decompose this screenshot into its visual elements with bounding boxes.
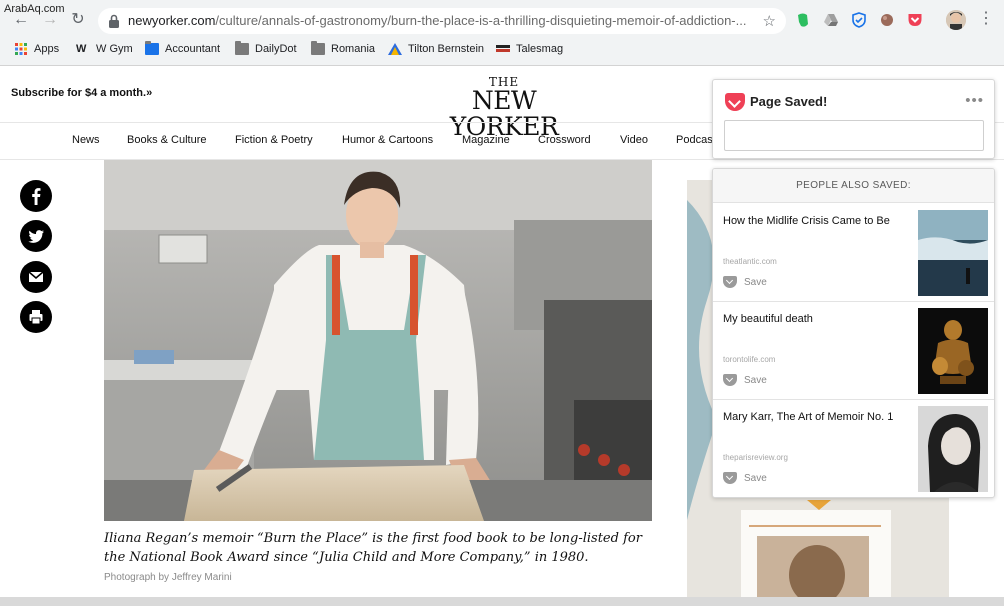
bookmark-label: DailyDot: [255, 43, 297, 55]
save-label: Save: [744, 276, 767, 288]
article-hero-photo: [104, 160, 652, 521]
facebook-icon: [32, 188, 41, 205]
recommendation-thumbnail[interactable]: [918, 210, 988, 296]
recommendation-title[interactable]: My beautiful death: [723, 312, 908, 326]
sculpture-thumbnail: [918, 308, 988, 394]
bookmark-label: Apps: [34, 43, 60, 55]
nav-magazine[interactable]: Magazine: [462, 134, 510, 146]
nav-video[interactable]: Video: [620, 134, 648, 146]
folder-icon: [311, 41, 325, 55]
apps-grid-icon: [15, 43, 27, 55]
recommendation-thumbnail[interactable]: [918, 308, 988, 394]
pocket-logo-icon: [725, 93, 745, 111]
save-recommendation-button[interactable]: Save: [723, 471, 767, 485]
save-recommendation-button[interactable]: Save: [723, 275, 767, 289]
lock-icon: [109, 14, 119, 28]
nav-humor-cartoons[interactable]: Humor & Cartoons: [342, 134, 433, 146]
recommendation-item[interactable]: My beautiful death torontolife.com Save: [713, 302, 994, 400]
pocket-save-icon: [723, 472, 737, 484]
pocket-saved-popup: Page Saved! •••: [712, 79, 995, 159]
folder-icon: [145, 41, 159, 55]
bookmark-apps[interactable]: Apps: [14, 41, 59, 57]
back-icon[interactable]: ←: [12, 11, 30, 29]
url-text: newyorker.com/culture/annals-of-gastrono…: [128, 13, 748, 28]
bookmark-dailydot[interactable]: DailyDot: [235, 41, 297, 57]
bookmark-star-icon[interactable]: ☆: [763, 12, 776, 30]
twitter-icon: [28, 230, 44, 243]
bookmark-accountant[interactable]: Accountant: [145, 41, 220, 57]
nav-fiction-poetry[interactable]: Fiction & Poetry: [235, 134, 313, 146]
chrome-menu-icon[interactable]: ⋮: [978, 10, 994, 28]
bookmark-label: Tilton Bernstein: [408, 43, 485, 55]
save-label: Save: [744, 472, 767, 484]
bookmark-wgym[interactable]: W W Gym: [76, 41, 133, 57]
print-button[interactable]: [20, 301, 52, 333]
nav-crossword[interactable]: Crossword: [538, 134, 591, 146]
drive-icon[interactable]: [823, 12, 839, 28]
envelope-icon: [28, 271, 44, 282]
talesmag-icon: [496, 45, 510, 52]
recommendation-title[interactable]: How the Midlife Crisis Came to Be: [723, 214, 908, 228]
bookmark-label: Romania: [331, 43, 376, 55]
avatar-face-icon: [946, 10, 966, 30]
folder-icon: [235, 41, 249, 55]
people-also-saved-panel: PEOPLE ALSO SAVED: How the Midlife Crisi…: [712, 168, 995, 498]
recommendation-source: theparisreview.org: [723, 453, 788, 462]
chef-in-kitchen-photo: [104, 160, 652, 521]
bookmark-label: Talesmag: [516, 43, 564, 55]
printer-icon: [29, 310, 43, 325]
reload-icon[interactable]: ↻: [69, 11, 87, 29]
recommendation-source: torontolife.com: [723, 355, 776, 364]
nav-news[interactable]: News: [72, 134, 100, 146]
masthead-logo[interactable]: THE NEW YORKER: [426, 76, 582, 140]
save-label: Save: [744, 374, 767, 386]
w-logo-icon: W: [76, 43, 87, 55]
recommendation-title[interactable]: Mary Karr, The Art of Memoir No. 1: [723, 410, 908, 424]
ocean-waves-thumbnail: [918, 210, 988, 296]
extension-ball-icon[interactable]: [879, 12, 895, 28]
pocket-toolbar-icon[interactable]: [907, 12, 923, 28]
subscribe-link[interactable]: Subscribe for $4 a month.»: [11, 87, 152, 99]
url-host: newyorker.com: [128, 13, 216, 28]
twitter-share-button[interactable]: [20, 220, 52, 252]
save-recommendation-button[interactable]: Save: [723, 373, 767, 387]
bookmark-label: W Gym: [96, 43, 133, 55]
masthead-name: NEW YORKER: [449, 86, 559, 141]
email-share-button[interactable]: [20, 261, 52, 293]
pocket-save-icon: [723, 374, 737, 386]
forward-icon[interactable]: →: [41, 11, 59, 29]
profile-avatar[interactable]: [946, 10, 966, 30]
nav-podcasts[interactable]: Podcas: [676, 134, 713, 146]
window-bottom-edge: [0, 597, 1004, 606]
recommendation-item[interactable]: Mary Karr, The Art of Memoir No. 1 thepa…: [713, 400, 994, 497]
also-saved-header: PEOPLE ALSO SAVED:: [713, 169, 994, 203]
address-bar[interactable]: newyorker.com/culture/annals-of-gastrono…: [98, 8, 786, 34]
url-path: /culture/annals-of-gastronomy/burn-the-p…: [215, 13, 747, 28]
evernote-icon[interactable]: [795, 12, 811, 28]
portrait-thumbnail: [918, 406, 988, 492]
triangle-logo-icon: [388, 43, 402, 55]
recommendation-thumbnail[interactable]: [918, 406, 988, 492]
page-saved-title: Page Saved!: [750, 94, 828, 109]
shield-icon[interactable]: [851, 12, 867, 28]
facebook-share-button[interactable]: [20, 180, 52, 212]
pocket-save-icon: [723, 276, 737, 288]
photo-credit: Photograph by Jeffrey Marini: [104, 572, 232, 583]
bookmark-romania[interactable]: Romania: [311, 41, 375, 57]
bookmark-talesmag[interactable]: Talesmag: [496, 41, 563, 57]
recommendation-source: theatlantic.com: [723, 257, 777, 266]
browser-chrome: ArabAq.com ← → ↻ newyorker.com/culture/a…: [0, 0, 1004, 66]
photo-caption: Iliana Regan’s memoir “Burn the Place” i…: [104, 531, 642, 565]
tag-input[interactable]: [724, 120, 984, 151]
more-options-icon[interactable]: •••: [965, 92, 984, 109]
recommendation-item[interactable]: How the Midlife Crisis Came to Be theatl…: [713, 204, 994, 302]
bookmark-label: Accountant: [165, 43, 221, 55]
bookmark-tilton[interactable]: Tilton Bernstein: [388, 41, 484, 57]
nav-books-culture[interactable]: Books & Culture: [127, 134, 206, 146]
